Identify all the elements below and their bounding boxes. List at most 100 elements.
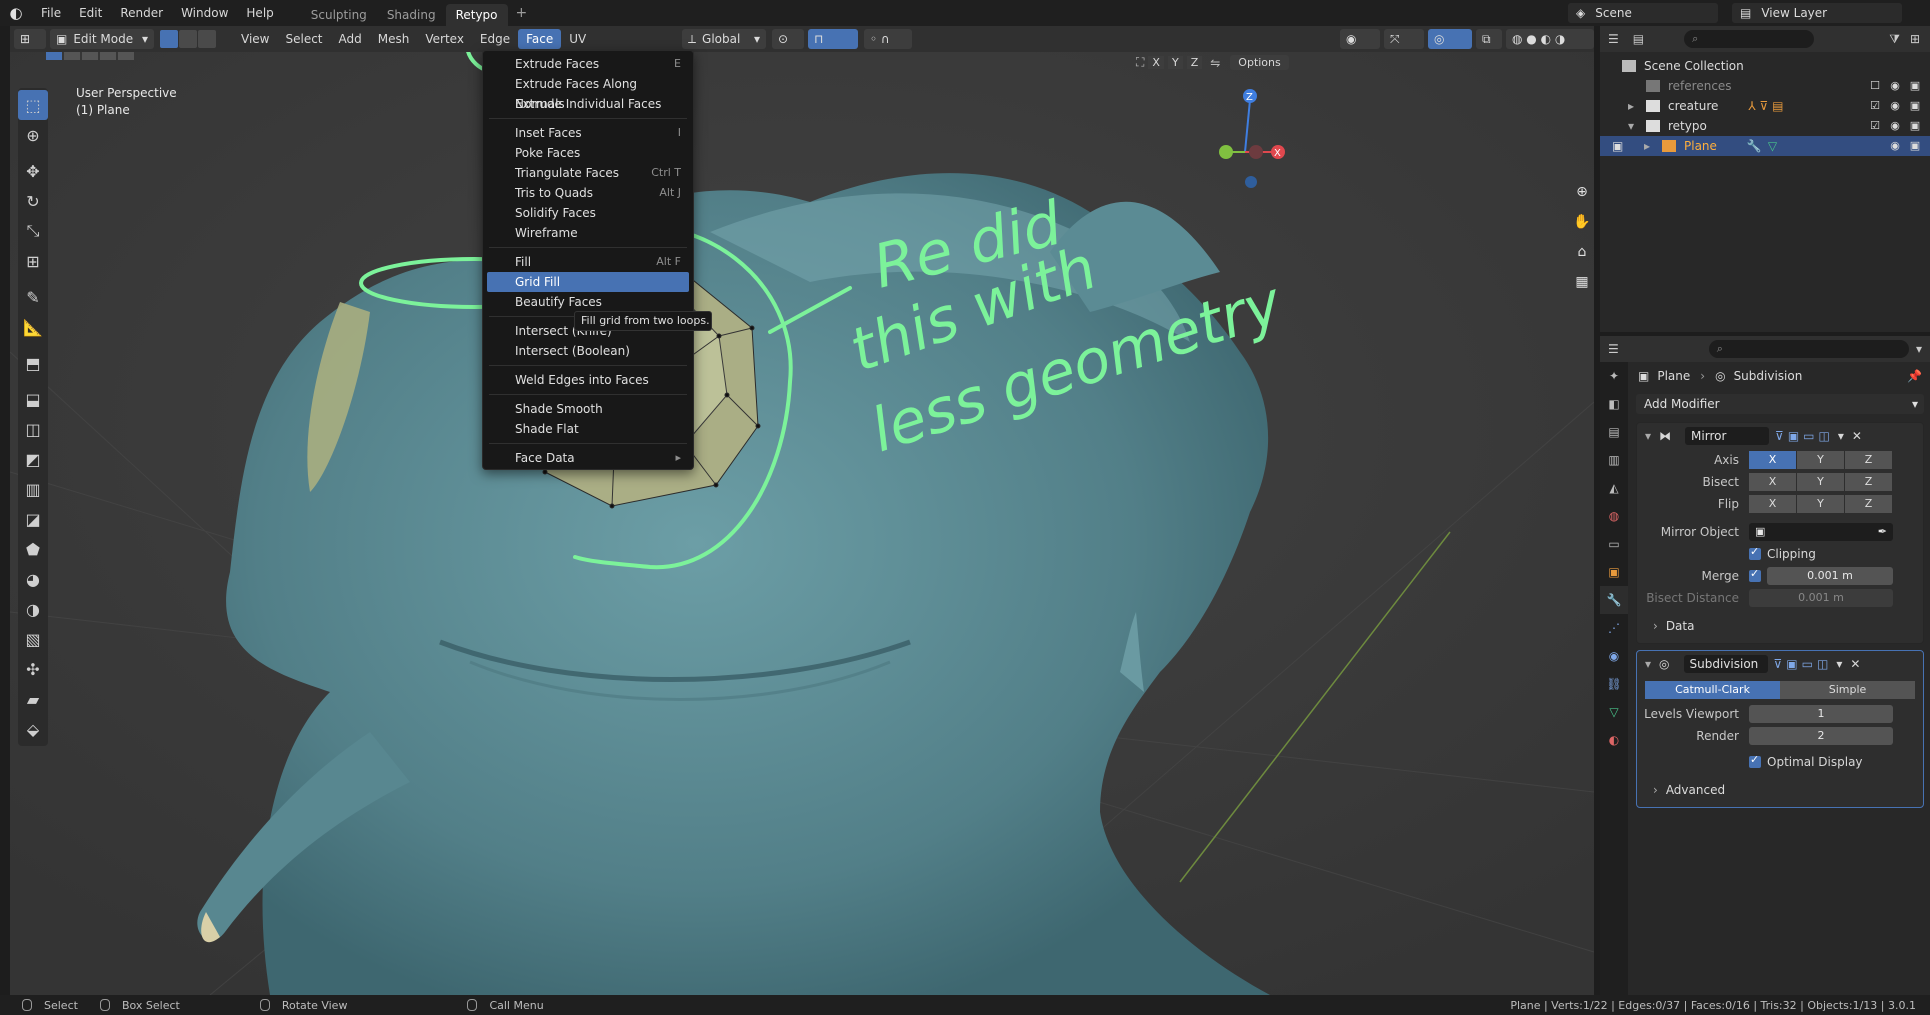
- select-extend-icon[interactable]: [64, 52, 80, 60]
- view-layer-tab-icon[interactable]: ▥: [1600, 446, 1628, 474]
- extrude-tool-icon[interactable]: ⬓: [18, 384, 48, 414]
- data-tab-icon[interactable]: ▽: [1600, 698, 1628, 726]
- bevel-tool-icon[interactable]: ◩: [18, 444, 48, 474]
- menu-item-inset-faces[interactable]: Inset Faces I: [483, 123, 693, 143]
- add-modifier-button[interactable]: Add Modifier ▾: [1636, 394, 1924, 414]
- catmull-clark-button[interactable]: Catmull-Clark: [1645, 681, 1780, 699]
- subdivision-name-field[interactable]: Subdivision: [1683, 655, 1768, 673]
- axis-y-toggle[interactable]: Y: [1167, 56, 1183, 69]
- modifier-tab-icon[interactable]: 🔧: [1600, 586, 1628, 614]
- bisect-z-toggle[interactable]: Z: [1845, 473, 1892, 491]
- scale-tool-icon[interactable]: ⤡: [18, 216, 48, 246]
- camera-icon[interactable]: ▣: [1908, 80, 1922, 92]
- include-checkbox[interactable]: ☑: [1868, 120, 1882, 132]
- render-levels-field[interactable]: 2: [1749, 727, 1893, 745]
- render-tab-icon[interactable]: ◧: [1600, 390, 1628, 418]
- physics-tab-icon[interactable]: ◉: [1600, 642, 1628, 670]
- header-menu-view[interactable]: View: [233, 26, 277, 52]
- poly-build-tool-icon[interactable]: ⬟: [18, 534, 48, 564]
- annotate-tool-icon[interactable]: ✎: [18, 282, 48, 312]
- rotate-tool-icon[interactable]: ↻: [18, 186, 48, 216]
- transform-affect-icon[interactable]: ⛶: [1136, 55, 1144, 70]
- camera-icon[interactable]: ▣: [1908, 140, 1922, 152]
- close-icon[interactable]: ✕: [1850, 657, 1860, 671]
- expand-arrow-icon[interactable]: ▸: [1628, 99, 1646, 113]
- mode-selector[interactable]: ▣ Edit Mode ▾: [50, 29, 154, 49]
- pan-hand-icon[interactable]: ✋: [1570, 210, 1594, 234]
- axis-y-toggle[interactable]: Y: [1797, 451, 1844, 469]
- exclude-checkbox[interactable]: ☐: [1868, 80, 1882, 92]
- axis-x-toggle[interactable]: X: [1749, 451, 1796, 469]
- edit-mode-toggle-icon[interactable]: ▣: [1612, 139, 1644, 153]
- advanced-subpanel[interactable]: › Advanced: [1637, 779, 1923, 801]
- modifier-toggles[interactable]: ⊽▣▭◫: [1775, 429, 1834, 443]
- eyedropper-icon[interactable]: ✒: [1878, 523, 1887, 541]
- smooth-tool-icon[interactable]: ◑: [18, 594, 48, 624]
- eye-icon[interactable]: ◉: [1888, 140, 1902, 152]
- select-new-icon[interactable]: [46, 52, 62, 60]
- knife-tool-icon[interactable]: ◪: [18, 504, 48, 534]
- blender-logo-icon[interactable]: ◐: [0, 4, 32, 22]
- outliner-search-input[interactable]: ⌕: [1684, 30, 1815, 48]
- mirror-object-field[interactable]: ▣ ✒: [1749, 523, 1893, 541]
- modifier-toggles[interactable]: ⊽▣▭◫: [1774, 657, 1833, 671]
- add-workspace-button[interactable]: +: [508, 5, 536, 21]
- scene-selector[interactable]: ◈ Scene: [1568, 3, 1718, 23]
- menu-file[interactable]: File: [32, 0, 70, 26]
- menu-item-solidify-faces[interactable]: Solidify Faces: [483, 203, 693, 223]
- menu-item-wireframe[interactable]: Wireframe: [483, 223, 693, 243]
- transform-tool-icon[interactable]: ⊞: [18, 246, 48, 276]
- outliner-item-references[interactable]: references ☐ ◉ ▣: [1600, 76, 1930, 96]
- menu-render[interactable]: Render: [111, 0, 172, 26]
- menu-item-fill[interactable]: Fill Alt F: [483, 252, 693, 272]
- loop-cut-tool-icon[interactable]: ▥: [18, 474, 48, 504]
- zoom-icon[interactable]: ⊕: [1570, 180, 1594, 204]
- levels-viewport-field[interactable]: 1: [1749, 705, 1893, 723]
- rip-tool-icon[interactable]: ⬙: [18, 714, 48, 744]
- shading-mode-buttons[interactable]: ◍ ● ◐ ◑: [1506, 29, 1594, 49]
- xray-toggle[interactable]: ⧉: [1476, 29, 1502, 49]
- merge-checkbox[interactable]: [1749, 567, 1761, 582]
- eye-icon[interactable]: ◉: [1888, 120, 1902, 132]
- edge-slide-tool-icon[interactable]: ▧: [18, 624, 48, 654]
- axis-z-toggle[interactable]: Z: [1186, 56, 1203, 69]
- edge-select-button[interactable]: [179, 30, 197, 48]
- simple-button[interactable]: Simple: [1780, 681, 1915, 699]
- mirror-options-icon[interactable]: ⇋: [1210, 56, 1220, 70]
- select-intersect-icon[interactable]: [118, 52, 134, 60]
- view-layer-selector[interactable]: ▤ View Layer: [1732, 3, 1902, 23]
- bisect-distance-field[interactable]: 0.001 m: [1749, 589, 1893, 607]
- menu-item-shade-flat[interactable]: Shade Flat: [483, 419, 693, 439]
- face-select-button[interactable]: [198, 30, 216, 48]
- workspace-tab-sculpting[interactable]: Sculpting: [301, 4, 377, 26]
- menu-item-extrude-faces[interactable]: Extrude Faces E: [483, 54, 693, 74]
- menu-item-extrude-individual-faces[interactable]: Extrude Individual Faces: [483, 94, 693, 114]
- pivot-point-button[interactable]: ⊙: [772, 29, 804, 49]
- proportional-edit-button[interactable]: ◦ ∩: [864, 29, 912, 49]
- 3d-viewport[interactable]: Re did this with less geometry Z X ⛶ X Y…: [10, 52, 1594, 995]
- move-tool-icon[interactable]: ✥: [18, 156, 48, 186]
- transform-orientation-selector[interactable]: ⟂ Global ▾: [682, 29, 766, 49]
- display-mode-icon[interactable]: ▤: [1633, 32, 1644, 46]
- header-menu-face[interactable]: Face: [518, 29, 562, 49]
- add-cube-tool-icon[interactable]: ⬒: [18, 348, 48, 378]
- chevron-down-icon[interactable]: ▾: [1836, 657, 1842, 671]
- tool-tab-icon[interactable]: ✦: [1600, 362, 1628, 390]
- properties-search-input[interactable]: ⌕: [1708, 340, 1909, 358]
- menu-item-poke-faces[interactable]: Poke Faces: [483, 143, 693, 163]
- menu-window[interactable]: Window: [172, 0, 237, 26]
- header-menu-add[interactable]: Add: [331, 26, 370, 52]
- axis-z-toggle[interactable]: Z: [1845, 451, 1892, 469]
- collapse-arrow-icon[interactable]: ▾: [1645, 657, 1651, 671]
- header-menu-select[interactable]: Select: [277, 26, 330, 52]
- flip-z-toggle[interactable]: Z: [1845, 495, 1892, 513]
- close-icon[interactable]: ✕: [1852, 429, 1862, 443]
- object-tab-icon[interactable]: ▣: [1600, 558, 1628, 586]
- mirror-data-subpanel[interactable]: › Data: [1637, 615, 1923, 637]
- world-tab-icon[interactable]: ◍: [1600, 502, 1628, 530]
- shear-tool-icon[interactable]: ▰: [18, 684, 48, 714]
- outliner-scene-collection[interactable]: Scene Collection: [1600, 56, 1930, 76]
- chevron-down-icon[interactable]: ▾: [1916, 342, 1922, 356]
- select-subtract-icon[interactable]: [82, 52, 98, 60]
- expand-arrow-icon[interactable]: ▸: [1644, 139, 1662, 153]
